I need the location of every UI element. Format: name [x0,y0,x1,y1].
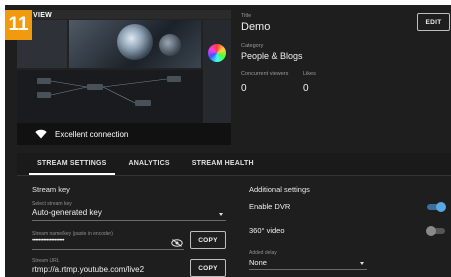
youtube-live-control-room: VIEW Excellent connection Title Demo Cat… [5,5,451,277]
copy-url-button[interactable]: COPY [190,259,226,277]
color-wheel-icon [208,44,226,62]
concurrent-viewers-label: Concurrent viewers [241,71,289,77]
concurrent-viewers-count: 0 [241,83,247,94]
added-delay-label: Added delay [249,250,277,256]
tab-stream-health[interactable]: STREAM HEALTH [184,153,262,175]
toggle-knob [436,202,446,212]
connection-status-bar: Excellent connection [17,123,231,145]
stream-key-select[interactable]: Auto-generated key [32,208,102,217]
stream-key-field[interactable]: •••••••••••••••••••• [32,238,65,244]
video-360-label: 360° video [249,226,285,235]
step-number-badge: 11 [5,10,32,40]
preview-sphere [117,24,153,60]
enable-dvr-label: Enable DVR [249,202,291,211]
stream-url-label: Stream URL [32,258,60,264]
stream-url-field[interactable]: rtmp://a.rtmp.youtube.com/live2 [32,265,144,274]
key-underline [32,249,184,250]
preview-right-panel [203,20,231,123]
video-360-toggle[interactable] [426,226,445,236]
chevron-down-icon[interactable] [360,262,364,265]
category-label: Category [241,43,264,49]
edit-button[interactable]: EDIT [417,13,450,31]
preview-viewer [69,20,201,68]
settings-tabs: STREAM SETTINGS ANALYTICS STREAM HEALTH [17,153,451,175]
added-delay-select[interactable]: None [249,258,267,267]
enable-dvr-toggle[interactable] [427,202,446,212]
preview-sphere-small [159,34,181,56]
title-label: Title [241,13,252,19]
stream-category: People & Blogs [241,51,303,61]
stream-key-label: Stream name/key (paste in encoder) [32,231,113,237]
select-stream-key-label: Select stream key [32,201,72,207]
preview-tag: VIEW [33,12,53,19]
tabs-divider [17,175,451,176]
toggle-knob [426,226,436,236]
stream-preview: VIEW [17,10,231,123]
additional-settings-heading: Additional settings [249,185,310,194]
chevron-down-icon[interactable] [219,213,223,216]
copy-key-button[interactable]: COPY [190,231,226,249]
connection-status-text: Excellent connection [55,129,129,139]
select-underline [32,220,226,221]
likes-count: 0 [303,83,309,94]
preview-node-links [50,78,168,104]
tab-stream-settings[interactable]: STREAM SETTINGS [29,153,115,175]
visibility-off-icon[interactable] [171,239,183,247]
wifi-icon [35,129,47,139]
likes-label: Likes [303,71,316,77]
stream-title: Demo [241,21,271,33]
delay-underline [249,269,367,270]
stream-key-heading: Stream key [32,185,70,194]
tab-analytics[interactable]: ANALYTICS [121,153,178,175]
